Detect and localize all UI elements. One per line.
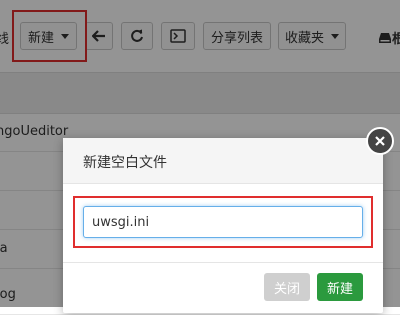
create-button[interactable]: 新建 xyxy=(317,273,363,301)
modal-body xyxy=(63,184,383,262)
close-icon xyxy=(375,136,385,146)
modal-footer: 关闭 新建 xyxy=(63,262,383,314)
close-button[interactable]: 关闭 xyxy=(264,273,310,301)
modal-title: 新建空白文件 xyxy=(83,155,167,171)
modal-close-button[interactable] xyxy=(366,127,394,155)
filename-input[interactable] xyxy=(83,206,363,238)
new-file-modal: 新建空白文件 关闭 新建 xyxy=(63,138,383,313)
modal-header: 新建空白文件 xyxy=(63,138,383,184)
